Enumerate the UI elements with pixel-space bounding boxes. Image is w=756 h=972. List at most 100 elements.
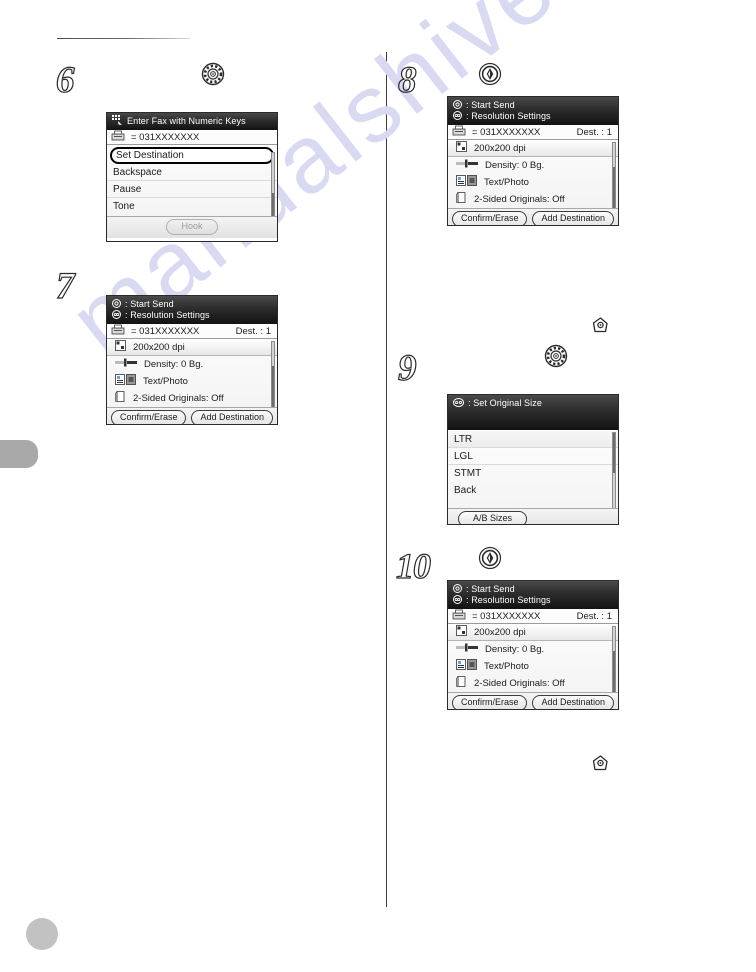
setting-row-two-sided[interactable]: 2-Sided Originals: Off [448,191,618,208]
setting-label: 2-Sided Originals: Off [133,392,224,404]
original-size-icon [453,397,464,410]
lcd-panel-step-8: : Start Send : Resolution Settings = 031… [447,96,619,226]
setting-label: 200x200 dpi [133,341,185,353]
scrollbar-thumb[interactable] [613,651,615,693]
chapter-side-tab [0,440,38,468]
resolution-grid-icon [456,141,467,155]
setting-label: Density: 0 Bg. [485,159,545,171]
menu-item-label: Pause [113,183,142,195]
destination-number: = 031XXXXXXX [472,610,541,622]
setting-row-resolution[interactable]: 200x200 dpi [107,339,277,356]
start-button-icon [478,546,502,575]
step-number-7: 7 [55,266,75,307]
lcd-scrollbar[interactable] [612,626,616,696]
fax-machine-icon [452,125,466,139]
lcd-panel-step-7: : Start Send : Resolution Settings = 031… [106,295,278,425]
destination-count: Dest. : 1 [235,325,271,337]
scrollbar-thumb[interactable] [272,366,274,408]
two-sided-icon [115,390,126,405]
menu-item-lgl[interactable]: LGL [448,448,618,465]
softkey-hook[interactable]: Hook [166,219,218,235]
step-number-9: 9 [397,348,417,389]
destination-row: = 031XXXXXXX Dest. : 1 [107,324,277,339]
two-sided-icon [456,191,467,206]
softkey-confirm-erase[interactable]: Confirm/Erase [110,410,187,424]
lcd-title-text: : Set Original Size [468,398,542,408]
destination-number: = 031XXXXXXX [131,131,200,143]
menu-item-backspace[interactable]: Backspace [107,164,277,181]
setting-row-two-sided[interactable]: 2-Sided Originals: Off [107,390,277,407]
lcd-scrollbar[interactable] [271,341,275,411]
header-rule [57,38,190,39]
menu-item-back[interactable]: Back [448,482,618,499]
lcd-scrollbar[interactable] [612,432,616,518]
density-slider-icon [115,358,137,370]
lcd-body: = 031XXXXXXX Dest. : 1 200x200 dpi Densi… [448,609,618,709]
lcd-title-line-1: : Start Send [125,299,174,309]
lcd-title-line-2: : Resolution Settings [466,111,551,121]
menu-item-label: Backspace [113,166,162,178]
softkey-bar: Confirm/Erase Add Destination [448,692,618,709]
menu-item-label: Set Destination [116,150,184,161]
softkey-ab-sizes[interactable]: A/B Sizes [458,511,528,524]
resolution-icon [453,594,462,607]
setting-row-text-photo[interactable]: Text/Photo [107,373,277,390]
softkey-bar: Confirm/Erase Add Destination [107,407,277,424]
softkey-add-destination[interactable]: Add Destination [532,211,615,225]
destination-row: = 031XXXXXXX [107,130,277,145]
setting-row-density[interactable]: Density: 0 Bg. [448,641,618,658]
menu-item-ltr[interactable]: LTR [448,431,618,448]
text-photo-icon [456,659,477,673]
softkey-add-destination[interactable]: Add Destination [191,410,274,424]
lcd-title-line-1: : Start Send [466,100,515,110]
setting-row-two-sided[interactable]: 2-Sided Originals: Off [448,675,618,692]
platen-glass-icon [591,754,611,777]
step-number-6: 6 [55,60,75,101]
settings-list: 200x200 dpi Density: 0 Bg. Text/Photo 2-… [448,140,618,208]
destination-count: Dest. : 1 [576,126,612,138]
lcd-title-bar: Enter Fax with Numeric Keys [107,113,277,130]
softkey-bar: Confirm/Erase Add Destination [448,208,618,225]
destination-row: = 031XXXXXXX Dest. : 1 [448,609,618,624]
scrollbar-thumb[interactable] [613,433,615,473]
setting-row-density[interactable]: Density: 0 Bg. [107,356,277,373]
menu-item-label: LGL [454,450,473,462]
settings-list: 200x200 dpi Density: 0 Bg. Text/Photo 2-… [107,339,277,407]
setting-row-resolution[interactable]: 200x200 dpi [448,140,618,157]
lcd-panel-step-9: : Set Original Size LTR LGL STMT Back A/… [447,394,619,525]
menu-item-stmt[interactable]: STMT [448,465,618,482]
setting-row-resolution[interactable]: 200x200 dpi [448,624,618,641]
softkey-confirm-erase[interactable]: Confirm/Erase [451,211,528,225]
resolution-icon [112,309,121,322]
menu-item-tone[interactable]: Tone [107,198,277,215]
setting-label: 2-Sided Originals: Off [474,677,565,689]
scrollbar-thumb[interactable] [613,167,615,209]
lcd-body: = 031XXXXXXX Dest. : 1 200x200 dpi Densi… [448,125,618,225]
setting-row-text-photo[interactable]: Text/Photo [448,174,618,191]
menu-item-pause[interactable]: Pause [107,181,277,198]
lcd-panel-step-6: Enter Fax with Numeric Keys = 031XXXXXXX… [106,112,278,242]
softkey-add-destination[interactable]: Add Destination [532,695,615,709]
setting-label: 200x200 dpi [474,626,526,638]
lcd-title-bar: : Start Send : Resolution Settings [107,296,277,324]
lcd-title-line-2: : Resolution Settings [466,595,551,605]
lcd-title-line-1: : Start Send [466,584,515,594]
softkey-confirm-erase[interactable]: Confirm/Erase [451,695,528,709]
lcd-body: = 031XXXXXXX Set Destination Backspace P… [107,130,277,238]
setting-row-text-photo[interactable]: Text/Photo [448,658,618,675]
menu-item-set-destination[interactable]: Set Destination [110,147,274,164]
setting-label: Text/Photo [143,375,188,387]
setting-row-density[interactable]: Density: 0 Bg. [448,157,618,174]
resolution-grid-icon [456,625,467,639]
setting-label: Text/Photo [484,660,529,672]
setting-label: Density: 0 Bg. [485,643,545,655]
destination-count: Dest. : 1 [576,610,612,622]
page-number-marker [26,918,58,950]
softkey-bar: A/B Sizes [448,508,618,524]
lcd-body: LTR LGL STMT Back A/B Sizes [448,430,618,524]
lcd-scrollbar[interactable] [612,142,616,212]
step-number-8: 8 [397,60,417,101]
text-photo-icon [115,374,136,388]
menu-item-label: Tone [113,201,135,212]
menu-item-label: Back [454,485,477,496]
